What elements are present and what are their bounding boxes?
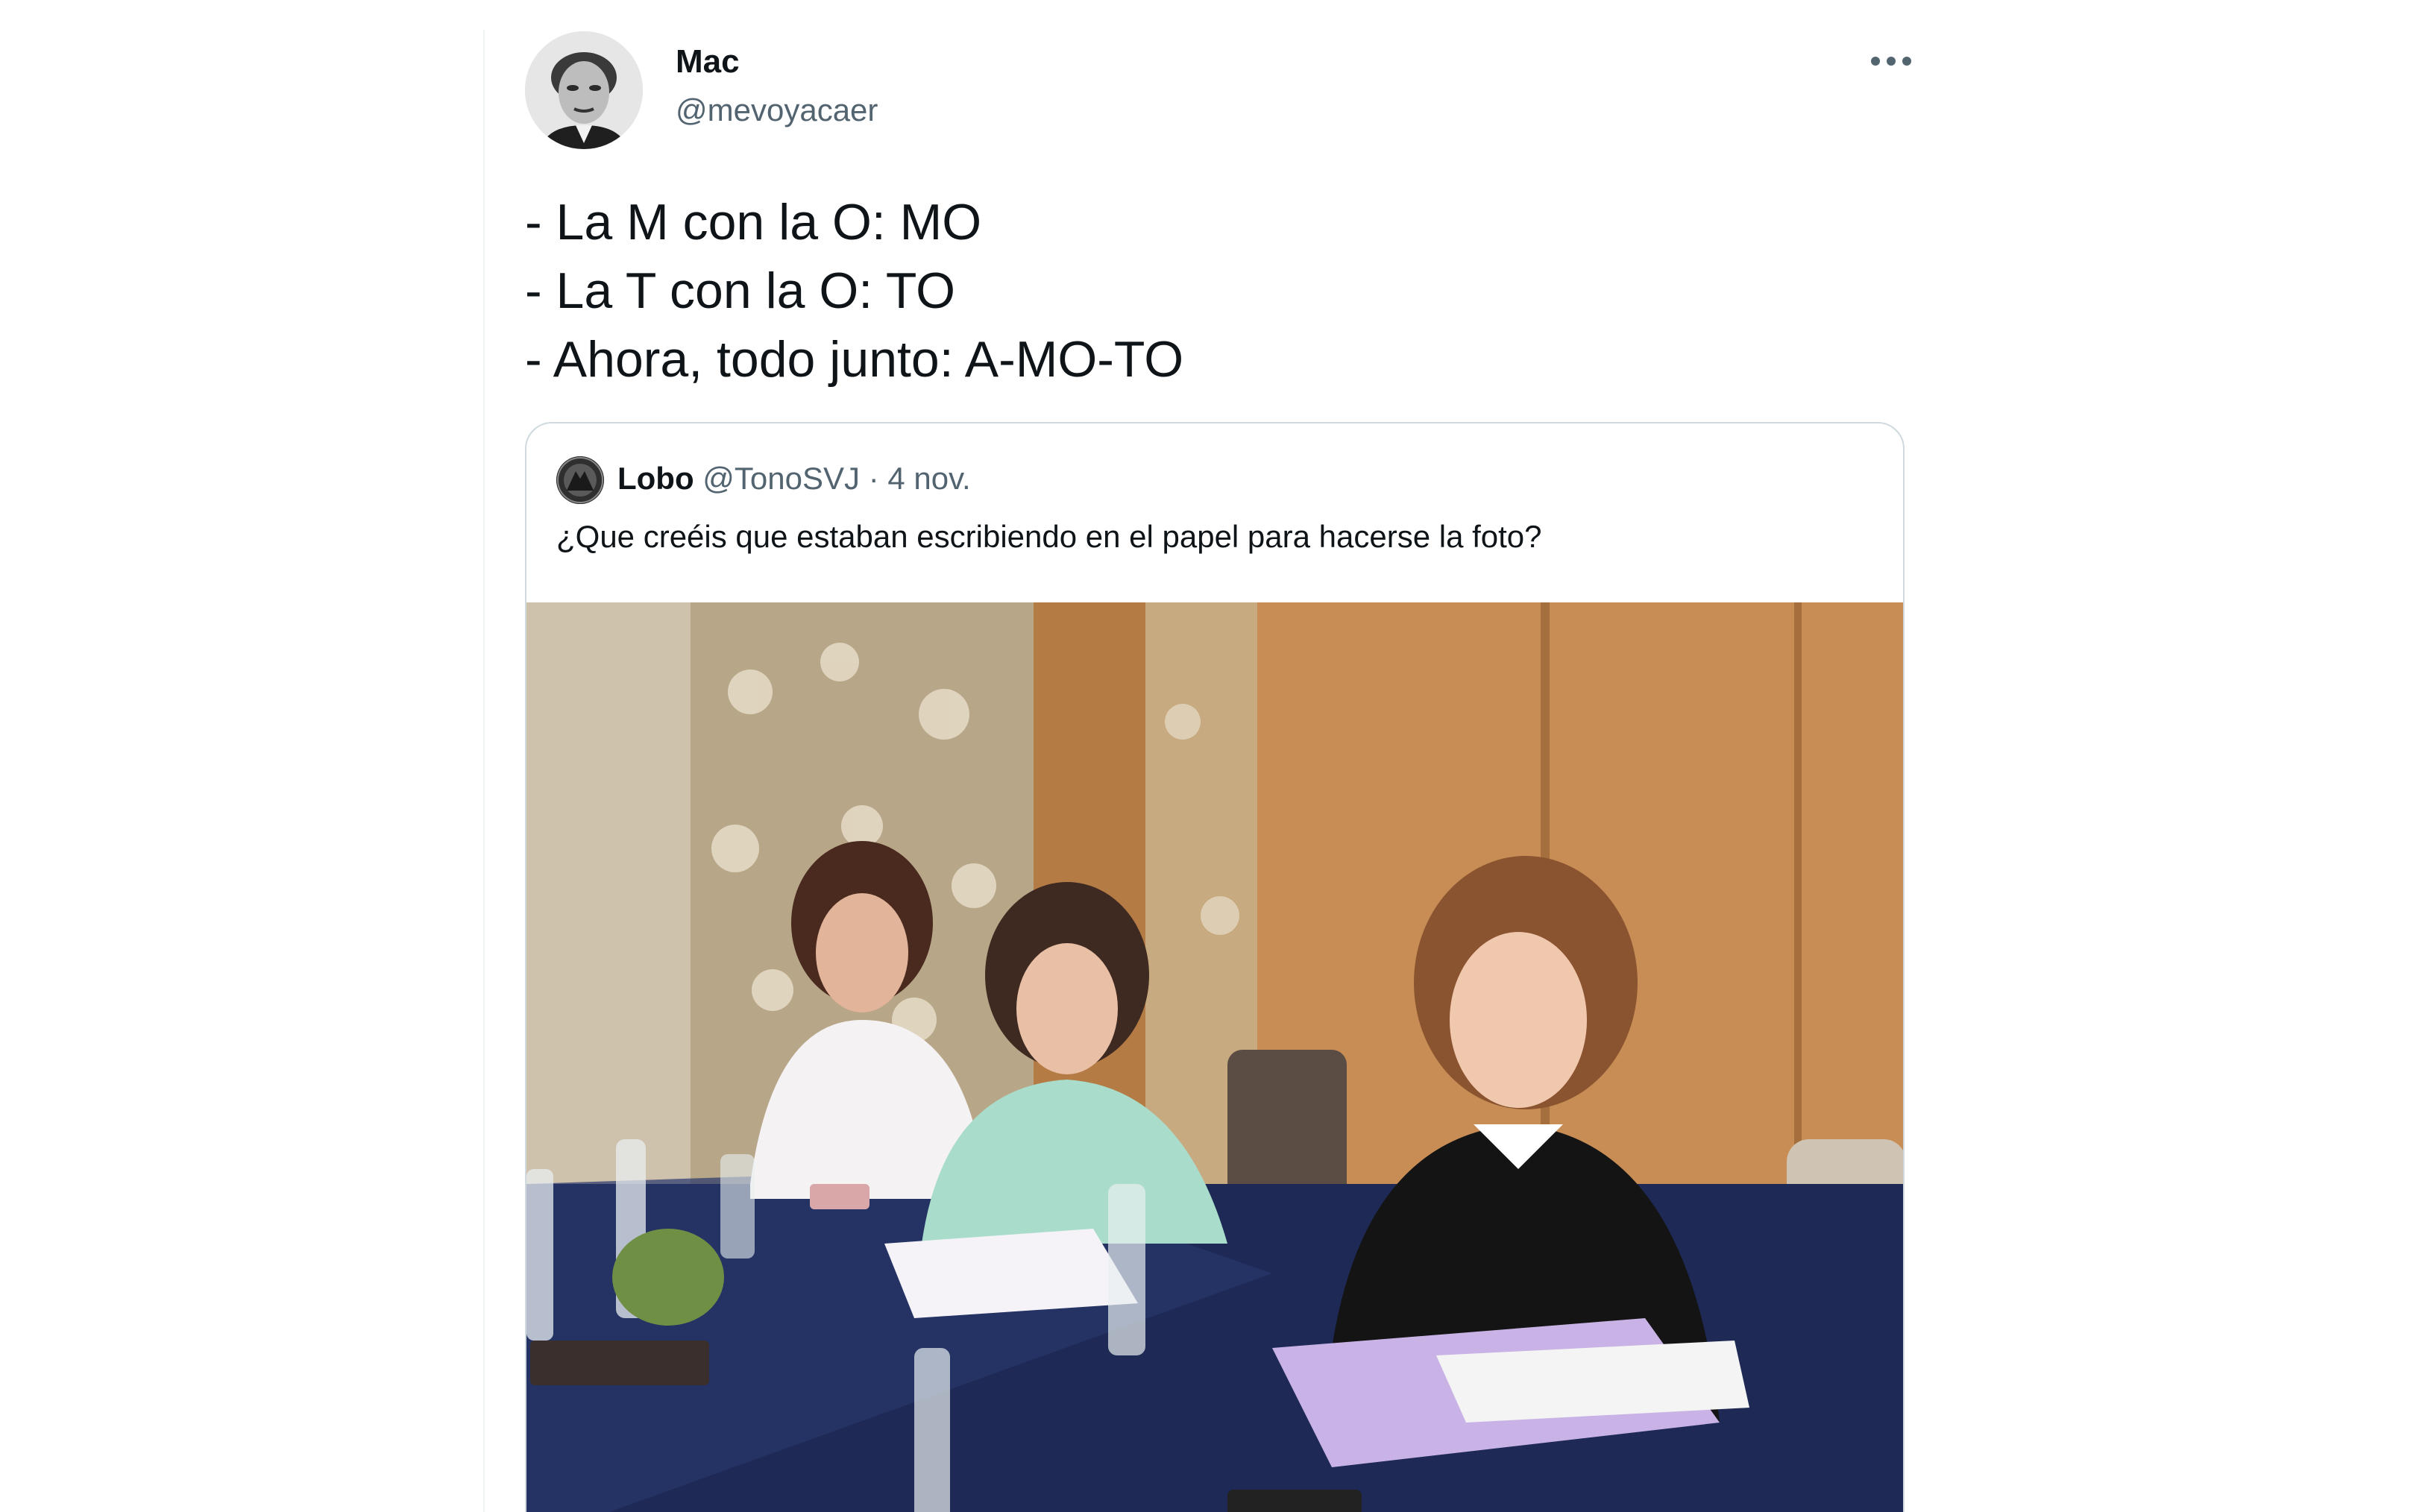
quoted-date[interactable]: 4 nov. — [887, 461, 970, 496]
tweet-text-line: - La T con la O: TO — [525, 262, 956, 319]
quoted-author-avatar[interactable] — [556, 456, 604, 504]
quoted-author-handle[interactable]: @TonoSVJ — [702, 461, 860, 496]
quoted-text: ¿Que creéis que estaban escribiendo en e… — [556, 519, 1542, 554]
author-display-name[interactable]: Mac — [676, 43, 740, 81]
quoted-tweet[interactable]: Lobo @TonoSVJ · 4 nov. ¿Que creéis que e… — [525, 422, 1905, 1512]
tweet[interactable]: Mac @mevoyacaer - La M con la O: MO - La… — [485, 0, 1976, 1512]
tweet-text-line: - La M con la O: MO — [525, 194, 982, 251]
portrait-avatar-icon — [525, 31, 643, 149]
quoted-photo[interactable] — [526, 602, 1903, 1512]
tweet-text: - La M con la O: MO - La T con la O: TO … — [525, 188, 1867, 394]
more-options-button[interactable] — [1860, 39, 1922, 84]
photo-four-women-writing-at-table-icon — [526, 602, 1903, 1512]
quoted-author-name[interactable]: Lobo — [617, 461, 694, 496]
page: Mac @mevoyacaer - La M con la O: MO - La… — [0, 0, 2434, 1512]
quoted-header: Lobo @TonoSVJ · 4 nov. — [617, 461, 971, 497]
author-avatar[interactable] — [525, 31, 643, 149]
quoted-separator: · — [868, 461, 879, 496]
author-handle[interactable]: @mevoyacaer — [676, 92, 878, 128]
more-options-icon — [1871, 57, 1911, 66]
tweet-text-line: - Ahora, todo junto: A-MO-TO — [525, 331, 1184, 388]
wolf-avatar-icon — [556, 456, 604, 504]
